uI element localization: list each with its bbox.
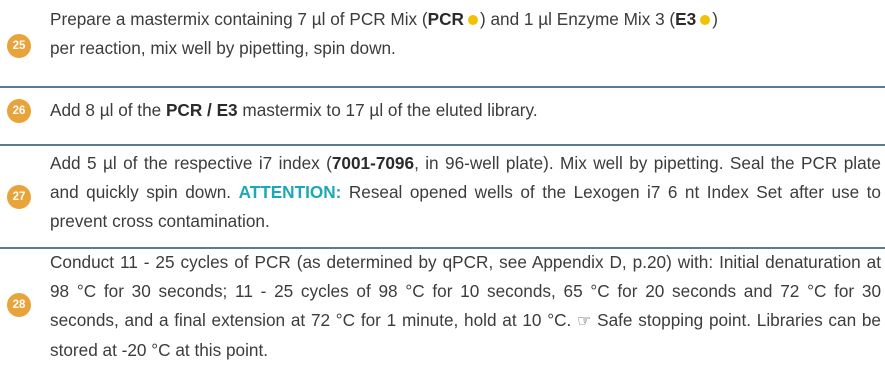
pointing-hand-icon: ☞: [577, 313, 592, 330]
step-text: Add 5 µl of the respective i7 index (700…: [50, 153, 881, 231]
step-number-badge: 26: [7, 99, 31, 123]
yellow-dot-icon: [700, 15, 711, 25]
step-number-badge: 27: [7, 185, 31, 209]
reagent-label-pcr: PCR: [427, 9, 464, 29]
step-27: 27 Add 5 µl of the respective i7 index (…: [0, 146, 885, 247]
yellow-dot-icon: [467, 15, 478, 25]
attention-label: ATTENTION:: [238, 182, 342, 202]
step-text: Prepare a mastermix containing 7 µl of P…: [50, 9, 718, 58]
reagent-label: PCR / E3: [165, 100, 238, 120]
step-25: 25 Prepare a mastermix containing 7 µl o…: [0, 0, 885, 86]
step-text: Conduct 11 - 25 cycles of PCR (as determ…: [50, 252, 881, 360]
step-number-badge: 25: [7, 34, 31, 58]
step-text: Add 8 µl of the PCR / E3 mastermix to 17…: [50, 100, 538, 120]
step-26: 26 Add 8 µl of the PCR / E3 mastermix to…: [0, 88, 885, 144]
index-range: 7001-7096: [331, 153, 415, 173]
step-number-badge: 28: [7, 293, 31, 317]
step-28: 28 Conduct 11 - 25 cycles of PCR (as det…: [0, 249, 885, 366]
reagent-label-e3: E3: [675, 9, 697, 29]
